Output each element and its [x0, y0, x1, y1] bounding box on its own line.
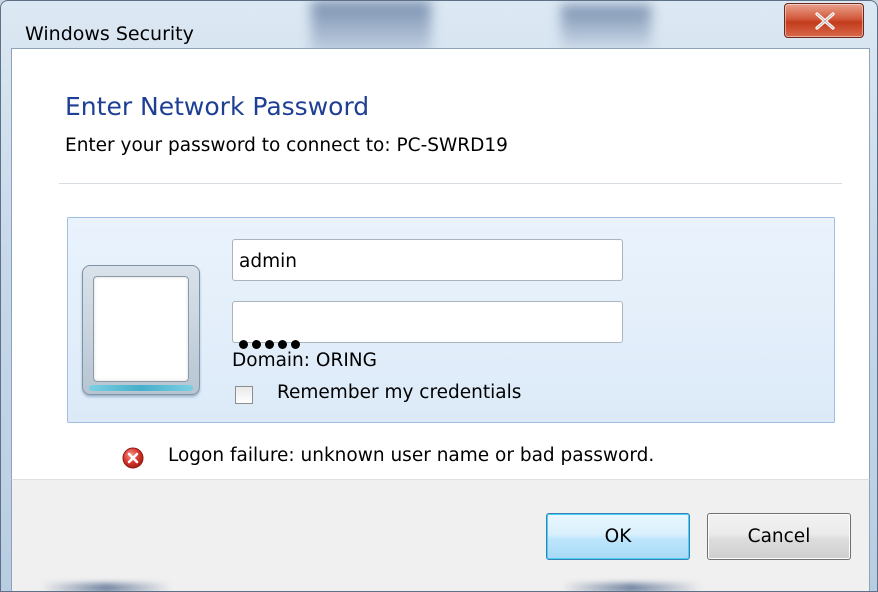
error-icon: [122, 447, 144, 469]
selection-glow: [89, 385, 193, 391]
dialog-subheading: Enter your password to connect to: PC-SW…: [65, 135, 508, 156]
button-bar: OK Cancel: [11, 479, 870, 591]
password-input[interactable]: •••••: [232, 301, 623, 349]
window-title: Windows Security: [25, 23, 194, 45]
dialog-heading: Enter Network Password: [65, 92, 370, 121]
password-mask: [239, 334, 622, 349]
cancel-button[interactable]: Cancel: [707, 513, 851, 560]
glass-reflection: [561, 5, 651, 50]
password-dot: [239, 340, 248, 349]
remember-credentials-checkbox[interactable]: [235, 386, 253, 404]
credential-panel: admin ••••• Domain: ORING Remember my cr…: [67, 217, 835, 423]
user-tile[interactable]: [82, 265, 200, 395]
dialog-window: Windows Security Enter Network Password …: [0, 0, 878, 592]
background-blur: [41, 583, 171, 591]
separator: [59, 183, 842, 184]
remember-credentials-label[interactable]: Remember my credentials: [277, 382, 521, 403]
username-value: admin: [239, 251, 297, 272]
domain-label: Domain: ORING: [232, 350, 377, 371]
background-blur: [561, 583, 701, 591]
ok-button[interactable]: OK: [546, 513, 690, 560]
password-dot: [252, 340, 261, 349]
dialog-content: Enter Network Password Enter your passwo…: [11, 48, 870, 479]
password-dot: [278, 340, 287, 349]
user-avatar: [93, 276, 189, 382]
username-input[interactable]: admin: [232, 239, 623, 281]
close-icon: [815, 12, 835, 30]
error-message: Logon failure: unknown user name or bad …: [168, 445, 655, 466]
password-dot: [265, 340, 274, 349]
password-dot: [291, 340, 300, 349]
close-button[interactable]: [784, 3, 864, 38]
